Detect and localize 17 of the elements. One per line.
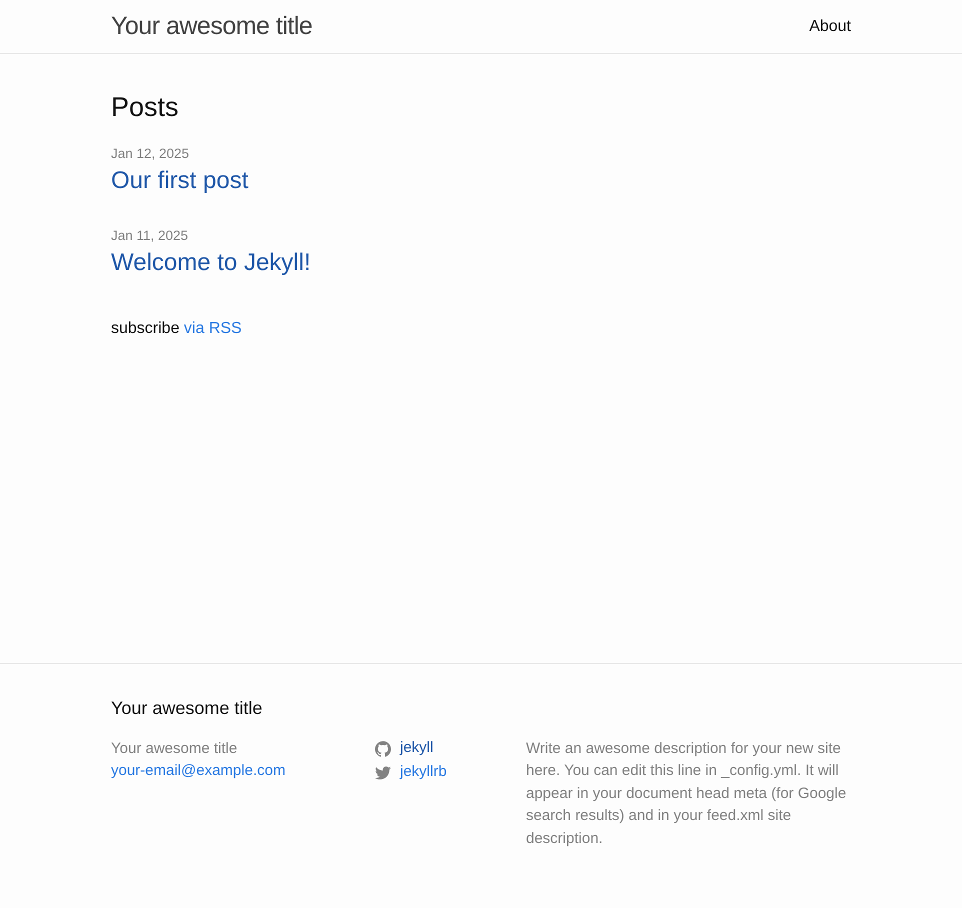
post-date: Jan 11, 2025 — [111, 227, 188, 245]
subscribe-text: subscribe via RSS — [111, 319, 242, 339]
social-link[interactable]: jekyll — [400, 737, 434, 760]
page-heading: Posts — [111, 91, 180, 124]
email-link[interactable]: your-email@example.com — [111, 760, 286, 782]
post-date: Jan 12, 2025 — [111, 145, 190, 163]
post-title-link[interactable]: Welcome to Jekyll! — [111, 247, 311, 279]
bird-icon — [375, 764, 391, 780]
rss-link[interactable]: via RSS — [184, 320, 242, 337]
nav-link[interactable]: About — [809, 18, 851, 36]
post-title-link[interactable]: Our first post — [111, 165, 248, 197]
footer-heading: Your awesome title — [111, 696, 264, 720]
contact-name: Your awesome title — [111, 738, 238, 758]
cat-icon — [375, 740, 391, 756]
site-description: Write an awesome description for your new site here. You can edit this line in _config.yml. It will appear in your document head meta (for Google search results) and in your feed.xml site description. — [526, 738, 848, 848]
site-title[interactable]: Your awesome title — [111, 12, 312, 41]
social-link[interactable]: jekyllrb — [400, 761, 447, 784]
